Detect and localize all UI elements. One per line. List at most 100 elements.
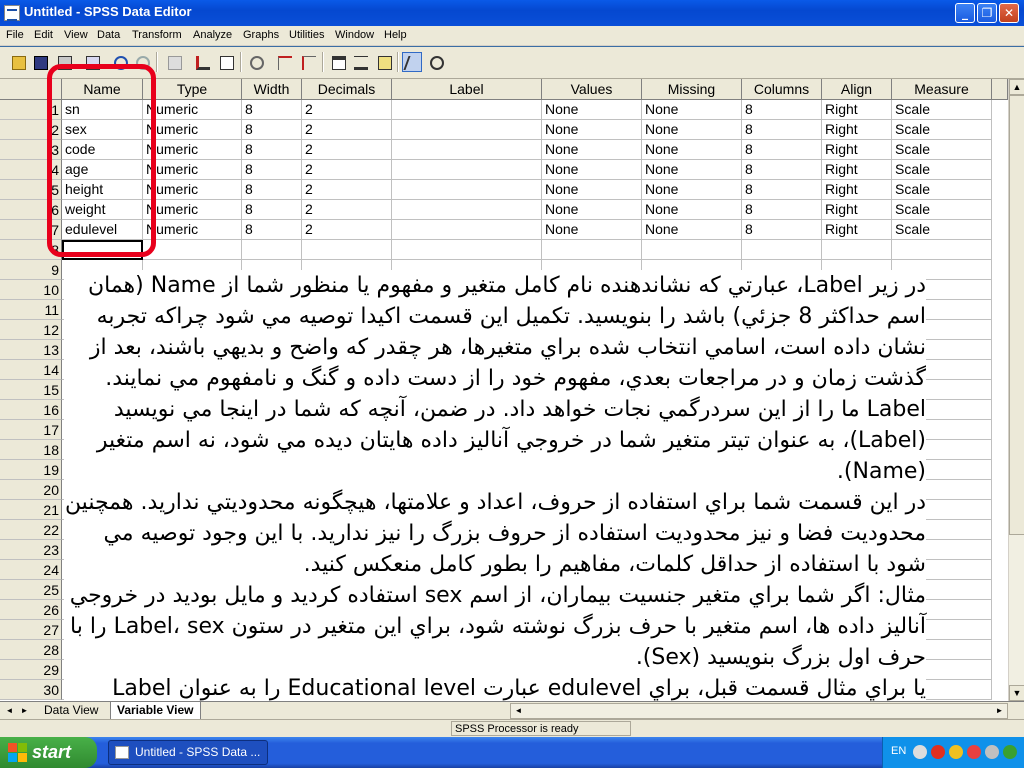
cell-label[interactable] bbox=[392, 180, 542, 200]
close-button[interactable]: ✕ bbox=[999, 3, 1019, 23]
cell-decimals[interactable]: 2 bbox=[302, 220, 392, 240]
row-number[interactable]: 19 bbox=[0, 460, 62, 480]
empty-cell[interactable] bbox=[742, 240, 822, 260]
empty-cell[interactable] bbox=[892, 240, 992, 260]
minimize-button[interactable]: _ bbox=[955, 3, 975, 23]
undo-icon[interactable] bbox=[110, 52, 130, 72]
cell-values[interactable]: None bbox=[542, 100, 642, 120]
cell-missing[interactable]: None bbox=[642, 180, 742, 200]
cell-measure[interactable]: Scale bbox=[892, 140, 992, 160]
empty-cell[interactable] bbox=[642, 240, 742, 260]
cell-columns[interactable]: 8 bbox=[742, 180, 822, 200]
cell-values[interactable]: None bbox=[542, 140, 642, 160]
weight-cases-icon[interactable] bbox=[350, 52, 370, 72]
dialog-recall-icon[interactable] bbox=[82, 52, 102, 72]
empty-cell[interactable] bbox=[392, 240, 542, 260]
cell-measure[interactable]: Scale bbox=[892, 160, 992, 180]
cell-measure[interactable]: Scale bbox=[892, 180, 992, 200]
row-number[interactable]: 30 bbox=[0, 680, 62, 700]
row-number[interactable]: 25 bbox=[0, 580, 62, 600]
row-number[interactable]: 17 bbox=[0, 420, 62, 440]
row-number[interactable]: 8 bbox=[0, 240, 62, 260]
scroll-up-icon[interactable]: ▲ bbox=[1009, 79, 1024, 95]
cell-name[interactable]: weight bbox=[62, 200, 143, 220]
cell-label[interactable] bbox=[392, 100, 542, 120]
cell-align[interactable]: Right bbox=[822, 100, 892, 120]
column-header-decimals[interactable]: Decimals bbox=[302, 79, 392, 100]
goto-case-icon[interactable] bbox=[192, 52, 212, 72]
grid-corner[interactable] bbox=[0, 79, 62, 100]
spss-app-icon[interactable] bbox=[4, 5, 20, 21]
cell-type[interactable]: Numeric bbox=[143, 180, 242, 200]
row-number[interactable]: 9 bbox=[0, 260, 62, 280]
empty-cell[interactable] bbox=[302, 240, 392, 260]
column-header-values[interactable]: Values bbox=[542, 79, 642, 100]
tab-first-icon[interactable]: ◄ bbox=[3, 704, 16, 717]
restore-button[interactable]: ❐ bbox=[977, 3, 997, 23]
open-icon[interactable] bbox=[8, 52, 28, 72]
cell-measure[interactable]: Scale bbox=[892, 100, 992, 120]
cell-name[interactable]: height bbox=[62, 180, 143, 200]
cell-values[interactable]: None bbox=[542, 220, 642, 240]
row-number[interactable]: 5 bbox=[0, 180, 62, 200]
row-number[interactable]: 2 bbox=[0, 120, 62, 140]
cell-decimals[interactable]: 2 bbox=[302, 100, 392, 120]
tab-next-icon[interactable]: ► bbox=[18, 704, 31, 717]
cell-name[interactable]: code bbox=[62, 140, 143, 160]
goto-chart-icon[interactable] bbox=[164, 52, 184, 72]
tray-messenger-icon[interactable] bbox=[949, 745, 963, 759]
cell-values[interactable]: None bbox=[542, 120, 642, 140]
row-number[interactable]: 14 bbox=[0, 360, 62, 380]
empty-cell[interactable] bbox=[542, 240, 642, 260]
row-number[interactable]: 24 bbox=[0, 560, 62, 580]
cell-type[interactable]: Numeric bbox=[143, 160, 242, 180]
scroll-right-icon[interactable]: ► bbox=[993, 704, 1006, 717]
vertical-scrollbar[interactable]: ▲ ▼ bbox=[1008, 79, 1024, 701]
column-header-name[interactable]: Name bbox=[62, 79, 143, 100]
cell-align[interactable]: Right bbox=[822, 160, 892, 180]
cell-width[interactable]: 8 bbox=[242, 100, 302, 120]
row-number[interactable]: 20 bbox=[0, 480, 62, 500]
cell-columns[interactable]: 8 bbox=[742, 220, 822, 240]
cell-width[interactable]: 8 bbox=[242, 180, 302, 200]
cell-measure[interactable]: Scale bbox=[892, 200, 992, 220]
scroll-thumb[interactable] bbox=[1009, 95, 1024, 535]
menu-utilities[interactable]: Utilities bbox=[289, 29, 324, 41]
row-number[interactable]: 21 bbox=[0, 500, 62, 520]
cell-align[interactable]: Right bbox=[822, 180, 892, 200]
column-header-label[interactable]: Label bbox=[392, 79, 542, 100]
row-number[interactable]: 16 bbox=[0, 400, 62, 420]
cell-type[interactable]: Numeric bbox=[143, 140, 242, 160]
row-number[interactable]: 3 bbox=[0, 140, 62, 160]
cell-measure[interactable]: Scale bbox=[892, 120, 992, 140]
cell-name[interactable]: edulevel bbox=[62, 220, 143, 240]
column-header-align[interactable]: Align bbox=[822, 79, 892, 100]
row-number[interactable]: 11 bbox=[0, 300, 62, 320]
cell-type[interactable]: Numeric bbox=[143, 200, 242, 220]
cell-values[interactable]: None bbox=[542, 160, 642, 180]
cell-align[interactable]: Right bbox=[822, 220, 892, 240]
row-number[interactable]: 26 bbox=[0, 600, 62, 620]
cell-decimals[interactable]: 2 bbox=[302, 200, 392, 220]
horizontal-scrollbar[interactable]: ◄ ► bbox=[510, 703, 1008, 719]
cell-missing[interactable]: None bbox=[642, 100, 742, 120]
menu-edit[interactable]: Edit bbox=[34, 29, 53, 41]
cell-label[interactable] bbox=[392, 160, 542, 180]
column-header-measure[interactable]: Measure bbox=[892, 79, 992, 100]
menu-graphs[interactable]: Graphs bbox=[243, 29, 279, 41]
cell-label[interactable] bbox=[392, 140, 542, 160]
select-cases-icon[interactable] bbox=[374, 52, 394, 72]
cell-label[interactable] bbox=[392, 120, 542, 140]
menu-data[interactable]: Data bbox=[97, 29, 120, 41]
column-header-type[interactable]: Type bbox=[143, 79, 242, 100]
row-number[interactable]: 10 bbox=[0, 280, 62, 300]
menu-analyze[interactable]: Analyze bbox=[193, 29, 232, 41]
menu-transform[interactable]: Transform bbox=[132, 29, 182, 41]
row-number[interactable]: 6 bbox=[0, 200, 62, 220]
cell-decimals[interactable]: 2 bbox=[302, 180, 392, 200]
cell-decimals[interactable]: 2 bbox=[302, 160, 392, 180]
row-number[interactable]: 12 bbox=[0, 320, 62, 340]
row-number[interactable]: 29 bbox=[0, 660, 62, 680]
find-icon[interactable] bbox=[246, 52, 266, 72]
cell-name[interactable]: sn bbox=[62, 100, 143, 120]
